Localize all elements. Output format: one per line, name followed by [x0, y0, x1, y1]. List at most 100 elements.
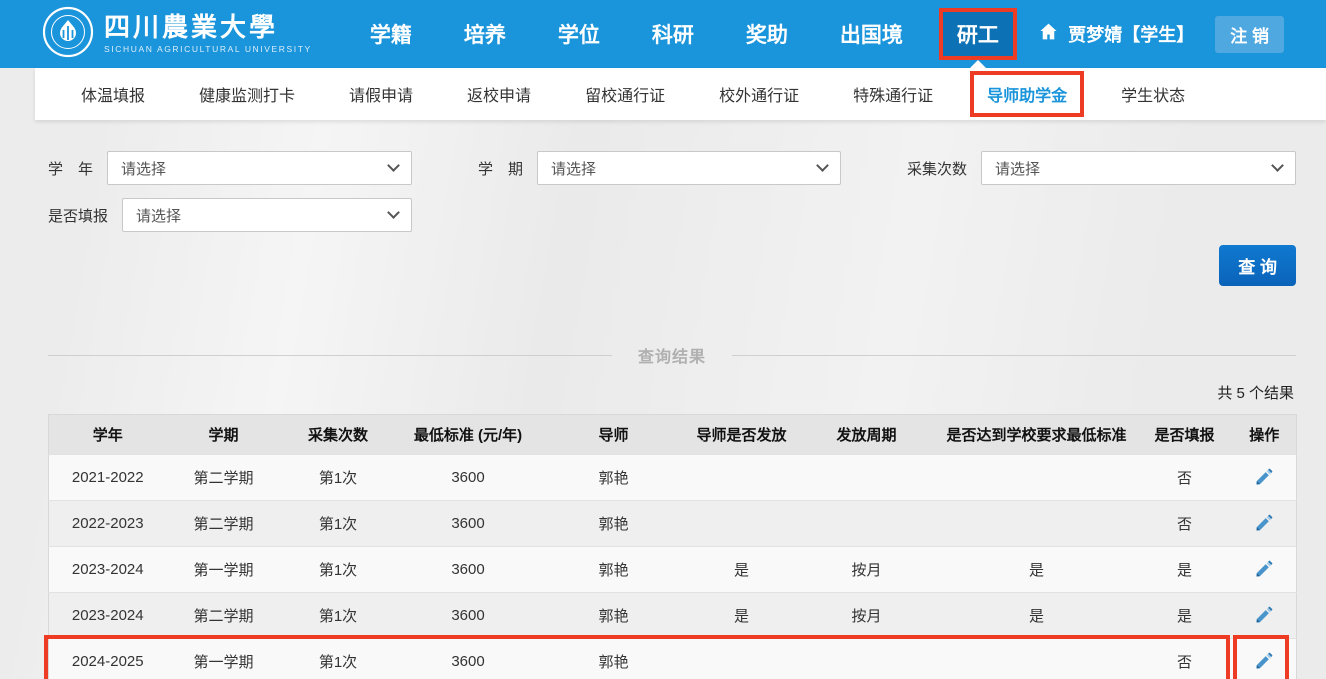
results-count: 共 5 个结果: [48, 382, 1294, 403]
university-logo: 四川農業大學 SICHUAN AGRICULTURAL UNIVERSITY: [42, 6, 312, 63]
tab-fanxiao-shenqing[interactable]: 返校申请: [467, 82, 531, 106]
cell-action: [1233, 455, 1297, 501]
pencil-edit-icon[interactable]: [1252, 511, 1276, 535]
table-row: 2023-2024 第一学期 第1次 3600 郭艳 是 按月 是 是: [49, 547, 1297, 593]
cell-year: 2021-2022: [49, 455, 167, 501]
user-area: 贾梦婧【学生】 注 销: [1038, 16, 1284, 53]
cell-action: [1233, 639, 1297, 679]
collection-count-label: 采集次数: [907, 158, 967, 179]
filter-form: 学 年 请选择 学 期 请选择 采集次数 请选择 是否填报 请选择: [48, 151, 1296, 232]
chevron-down-icon: [387, 206, 400, 219]
cell-term: 第一学期: [167, 547, 281, 593]
results-table: 学年 学期 采集次数 最低标准 (元/年) 导师 导师是否发放 发放周期 是否达…: [48, 414, 1297, 679]
nav-item-chuguojing[interactable]: 出国境: [840, 19, 903, 49]
cell-year: 2023-2024: [49, 593, 167, 639]
cell-term: 第二学期: [167, 501, 281, 547]
results-section-divider: 查询结果: [48, 343, 1296, 367]
col-header-supervisor: 导师: [541, 415, 687, 455]
query-button[interactable]: 查 询: [1219, 245, 1296, 286]
table-header-row: 学年 学期 采集次数 最低标准 (元/年) 导师 导师是否发放 发放周期 是否达…: [49, 415, 1297, 455]
tab-xiaowai-tongxingzheng[interactable]: 校外通行证: [719, 82, 799, 106]
pencil-edit-icon[interactable]: [1252, 465, 1276, 489]
chevron-down-icon: [1271, 159, 1284, 172]
cell-action: [1233, 501, 1297, 547]
cell-collection: 第1次: [281, 547, 396, 593]
cell-supervisor: 郭艳: [541, 455, 687, 501]
col-header-collection: 采集次数: [281, 415, 396, 455]
cell-pay-cycle: [797, 455, 937, 501]
nav-item-peiyang[interactable]: 培养: [464, 19, 506, 49]
results-section-title: 查询结果: [638, 343, 706, 367]
col-header-paid: 导师是否发放: [687, 415, 797, 455]
cell-pay-cycle: 按月: [797, 593, 937, 639]
cell-collection: 第1次: [281, 593, 396, 639]
chevron-down-icon: [387, 159, 400, 172]
chevron-down-icon: [816, 159, 829, 172]
cell-min-standard: 3600: [396, 547, 541, 593]
collection-count-select[interactable]: 请选择: [981, 151, 1296, 185]
secondary-tab-bar: 体温填报 健康监测打卡 请假申请 返校申请 留校通行证 校外通行证 特殊通行证 …: [35, 68, 1326, 120]
cell-action: [1233, 547, 1297, 593]
main-nav: 学籍 培养 学位 科研 奖助 出国境 研工: [370, 8, 1001, 60]
term-select[interactable]: 请选择: [537, 151, 841, 185]
col-header-filled: 是否填报: [1137, 415, 1233, 455]
cell-pay-cycle: 按月: [797, 547, 937, 593]
tab-jiankang-jiance[interactable]: 健康监测打卡: [199, 82, 295, 106]
divider-line: [48, 355, 612, 356]
nav-item-yangong-active[interactable]: 研工: [939, 8, 1017, 60]
cell-paid: [687, 501, 797, 547]
university-seal-icon: [42, 6, 94, 63]
tab-xuesheng-zhuangtai[interactable]: 学生状态: [1121, 82, 1185, 106]
cell-paid: 是: [687, 547, 797, 593]
logout-button[interactable]: 注 销: [1215, 16, 1284, 53]
col-header-min-standard: 最低标准 (元/年): [396, 415, 541, 455]
filter-group-year: 学 年 请选择: [48, 151, 412, 185]
results-table-container: 学年 学期 采集次数 最低标准 (元/年) 导师 导师是否发放 发放周期 是否达…: [48, 414, 1296, 679]
cell-supervisor: 郭艳: [541, 547, 687, 593]
tab-liuxiao-tongxingzheng[interactable]: 留校通行证: [585, 82, 665, 106]
cell-filled: 否: [1137, 639, 1233, 679]
cell-min-standard: 3600: [396, 501, 541, 547]
cell-meets-standard: [937, 455, 1137, 501]
col-header-pay-cycle: 发放周期: [797, 415, 937, 455]
cell-filled: 是: [1137, 593, 1233, 639]
cell-year: 2024-2025: [49, 639, 167, 679]
year-select[interactable]: 请选择: [107, 151, 412, 185]
tab-daoshi-zhuxuejin-active[interactable]: 导师助学金: [970, 71, 1084, 117]
tab-tiwen-tianbao[interactable]: 体温填报: [81, 82, 145, 106]
main-content: 学 年 请选择 学 期 请选择 采集次数 请选择 是否填报 请选择: [0, 151, 1326, 679]
cell-collection: 第1次: [281, 639, 396, 679]
nav-item-xueji[interactable]: 学籍: [370, 19, 412, 49]
table-row-highlighted: 2024-2025 第一学期 第1次 3600 郭艳 否: [49, 639, 1297, 679]
tab-qingjia-shenqing[interactable]: 请假申请: [349, 82, 413, 106]
table-row: 2023-2024 第二学期 第1次 3600 郭艳 是 按月 是 是: [49, 593, 1297, 639]
filter-group-filled: 是否填报 请选择: [48, 198, 412, 232]
table-row: 2021-2022 第二学期 第1次 3600 郭艳 否: [49, 455, 1297, 501]
filter-group-term: 学 期 请选择: [478, 151, 841, 185]
tab-teshu-tongxingzheng[interactable]: 特殊通行证: [853, 82, 933, 106]
year-select-value: 请选择: [121, 158, 166, 179]
col-header-year: 学年: [49, 415, 167, 455]
cell-collection: 第1次: [281, 455, 396, 501]
cell-term: 第二学期: [167, 593, 281, 639]
cell-paid: 是: [687, 593, 797, 639]
nav-item-keyan[interactable]: 科研: [652, 19, 694, 49]
cell-filled: 是: [1137, 547, 1233, 593]
cell-meets-standard: 是: [937, 547, 1137, 593]
cell-filled: 否: [1137, 501, 1233, 547]
cell-pay-cycle: [797, 639, 937, 679]
pencil-edit-icon[interactable]: [1252, 649, 1276, 673]
cell-pay-cycle: [797, 501, 937, 547]
filled-select[interactable]: 请选择: [122, 198, 412, 232]
nav-item-jiangzhu[interactable]: 奖助: [746, 19, 788, 49]
col-header-action: 操作: [1233, 415, 1297, 455]
logged-in-user: 贾梦婧【学生】: [1068, 21, 1194, 47]
cell-term: 第一学期: [167, 639, 281, 679]
nav-item-xuewei[interactable]: 学位: [558, 19, 600, 49]
cell-min-standard: 3600: [396, 593, 541, 639]
pencil-edit-icon[interactable]: [1252, 603, 1276, 627]
pencil-edit-icon[interactable]: [1252, 557, 1276, 581]
cell-supervisor: 郭艳: [541, 501, 687, 547]
filled-select-value: 请选择: [136, 205, 181, 226]
home-icon[interactable]: [1038, 21, 1059, 47]
